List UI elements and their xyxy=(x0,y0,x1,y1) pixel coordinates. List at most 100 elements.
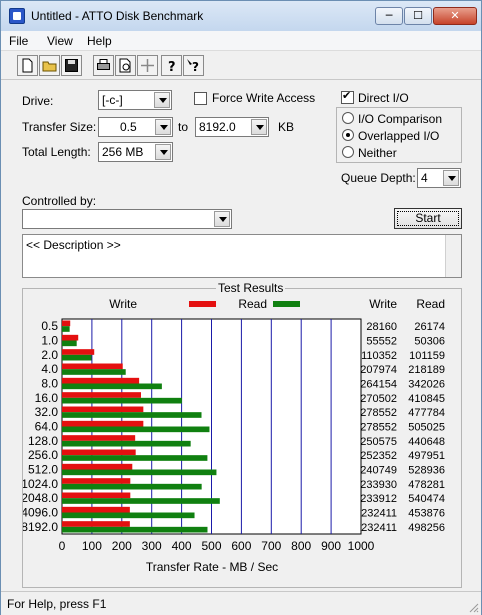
chevron-down-icon xyxy=(251,119,267,135)
print-icon xyxy=(97,59,110,70)
neither-label: Neither xyxy=(358,146,397,160)
chevron-down-icon xyxy=(155,144,171,160)
resize-grip-icon[interactable] xyxy=(467,601,479,613)
print-button[interactable] xyxy=(93,55,114,76)
category-label: 1024.0 xyxy=(23,477,58,491)
drive-label: Drive: xyxy=(22,94,54,108)
menu-bar: File View Help xyxy=(1,31,481,51)
x-tick-label: 400 xyxy=(172,539,192,553)
read-bar xyxy=(62,469,217,476)
new-icon xyxy=(22,58,33,73)
category-label: 128.0 xyxy=(28,434,58,448)
read-bar xyxy=(62,498,220,504)
category-label: 8.0 xyxy=(41,377,58,391)
queue-depth-select[interactable]: 4 xyxy=(417,168,461,188)
drive-select[interactable]: [-c-] xyxy=(98,90,172,110)
read-value: 26174 xyxy=(414,321,445,333)
read-value: 477784 xyxy=(408,407,445,419)
io-comparison-radio[interactable] xyxy=(342,112,354,124)
read-bar xyxy=(62,397,182,404)
legend-write-swatch xyxy=(189,301,216,307)
category-label: 256.0 xyxy=(28,448,58,462)
write-value: 28160 xyxy=(366,321,397,333)
category-label: 64.0 xyxy=(35,420,59,434)
write-value: 232411 xyxy=(361,522,397,534)
overlapped-io-label: Overlapped I/O xyxy=(358,129,440,143)
menu-view[interactable]: View xyxy=(47,34,73,48)
write-value: 278552 xyxy=(360,407,397,419)
chevron-down-icon xyxy=(155,119,171,135)
open-icon xyxy=(42,61,57,72)
read-value: 410845 xyxy=(408,393,445,405)
total-length-select[interactable]: 256 MB xyxy=(98,142,173,162)
x-tick-label: 600 xyxy=(231,539,251,553)
help-button[interactable]: ? xyxy=(161,55,182,76)
write-value: 232411 xyxy=(361,508,397,520)
neither-radio[interactable] xyxy=(342,146,354,158)
column-write-header: Write xyxy=(369,297,397,311)
settings-panel: Drive: [-c-] Force Write Access Direct I… xyxy=(1,81,481,591)
transfer-to-select[interactable]: 8192.0 xyxy=(195,117,269,137)
category-label: 8192.0 xyxy=(23,520,58,534)
write-value: 264154 xyxy=(360,379,397,391)
x-axis-label: Transfer Rate - MB / Sec xyxy=(146,560,278,574)
new-button[interactable] xyxy=(17,55,38,76)
context-help-icon: ? xyxy=(187,59,199,73)
menu-help[interactable]: Help xyxy=(87,34,112,48)
total-length-label: Total Length: xyxy=(22,145,91,159)
queue-depth-label: Queue Depth: xyxy=(341,171,416,185)
start-button[interactable]: Start xyxy=(394,208,462,229)
category-label: 1.0 xyxy=(41,334,58,348)
maximize-button[interactable]: ☐ xyxy=(404,7,432,25)
read-value: 440648 xyxy=(408,436,445,448)
read-bar xyxy=(62,354,92,361)
controlled-by-select[interactable] xyxy=(22,209,232,229)
force-write-label: Force Write Access xyxy=(212,91,316,105)
description-scrollbar[interactable] xyxy=(445,235,461,277)
read-value: 478281 xyxy=(408,479,445,491)
description-box[interactable]: << Description >> xyxy=(22,234,462,278)
read-bar xyxy=(62,326,70,332)
x-tick-label: 200 xyxy=(112,539,132,553)
write-value: 278552 xyxy=(360,422,397,434)
read-bar xyxy=(62,426,210,433)
column-read-header: Read xyxy=(416,297,445,311)
category-label: 0.5 xyxy=(41,319,58,333)
test-results-panel: Test Results 0.5 1.0 2.0 4.0 8.0 16.0 32.0 64.0… xyxy=(22,281,462,588)
chevron-down-icon xyxy=(443,170,459,186)
read-value: 101159 xyxy=(409,350,445,362)
context-help-button[interactable]: ? xyxy=(183,55,204,76)
x-tick-label: 700 xyxy=(261,539,281,553)
transfer-size-label: Transfer Size: xyxy=(22,120,97,134)
read-bar xyxy=(62,526,208,533)
move-icon xyxy=(141,59,154,72)
read-value: 540474 xyxy=(408,493,445,505)
svg-text:?: ? xyxy=(168,60,176,73)
print-preview-icon xyxy=(119,58,131,73)
write-bar xyxy=(62,320,71,327)
category-label: 32.0 xyxy=(35,405,59,419)
overlapped-io-radio[interactable] xyxy=(342,129,354,141)
write-value: 240749 xyxy=(360,465,397,477)
chevron-down-icon xyxy=(214,211,230,227)
close-button[interactable]: ✕ xyxy=(433,7,477,25)
read-bar xyxy=(62,483,202,490)
direct-io-checkbox[interactable] xyxy=(341,89,354,104)
print-preview-button[interactable] xyxy=(115,55,136,76)
title-bar[interactable]: Untitled - ATTO Disk Benchmark ─ ☐ ✕ xyxy=(1,1,481,31)
write-bar xyxy=(62,420,144,427)
open-button[interactable] xyxy=(39,55,60,76)
write-bar xyxy=(62,392,141,398)
force-write-checkbox[interactable] xyxy=(194,92,207,105)
category-label: 4096.0 xyxy=(23,506,58,520)
read-bar xyxy=(62,340,77,347)
save-button[interactable] xyxy=(61,55,82,76)
write-value: 270502 xyxy=(360,393,397,405)
x-tick-label: 500 xyxy=(201,539,221,553)
minimize-button[interactable]: ─ xyxy=(375,7,403,25)
transfer-from-select[interactable]: 0.5 xyxy=(98,117,173,137)
move-button[interactable] xyxy=(137,55,158,76)
category-label: 4.0 xyxy=(41,362,58,376)
read-value: 50306 xyxy=(414,336,445,348)
menu-file[interactable]: File xyxy=(9,34,28,48)
